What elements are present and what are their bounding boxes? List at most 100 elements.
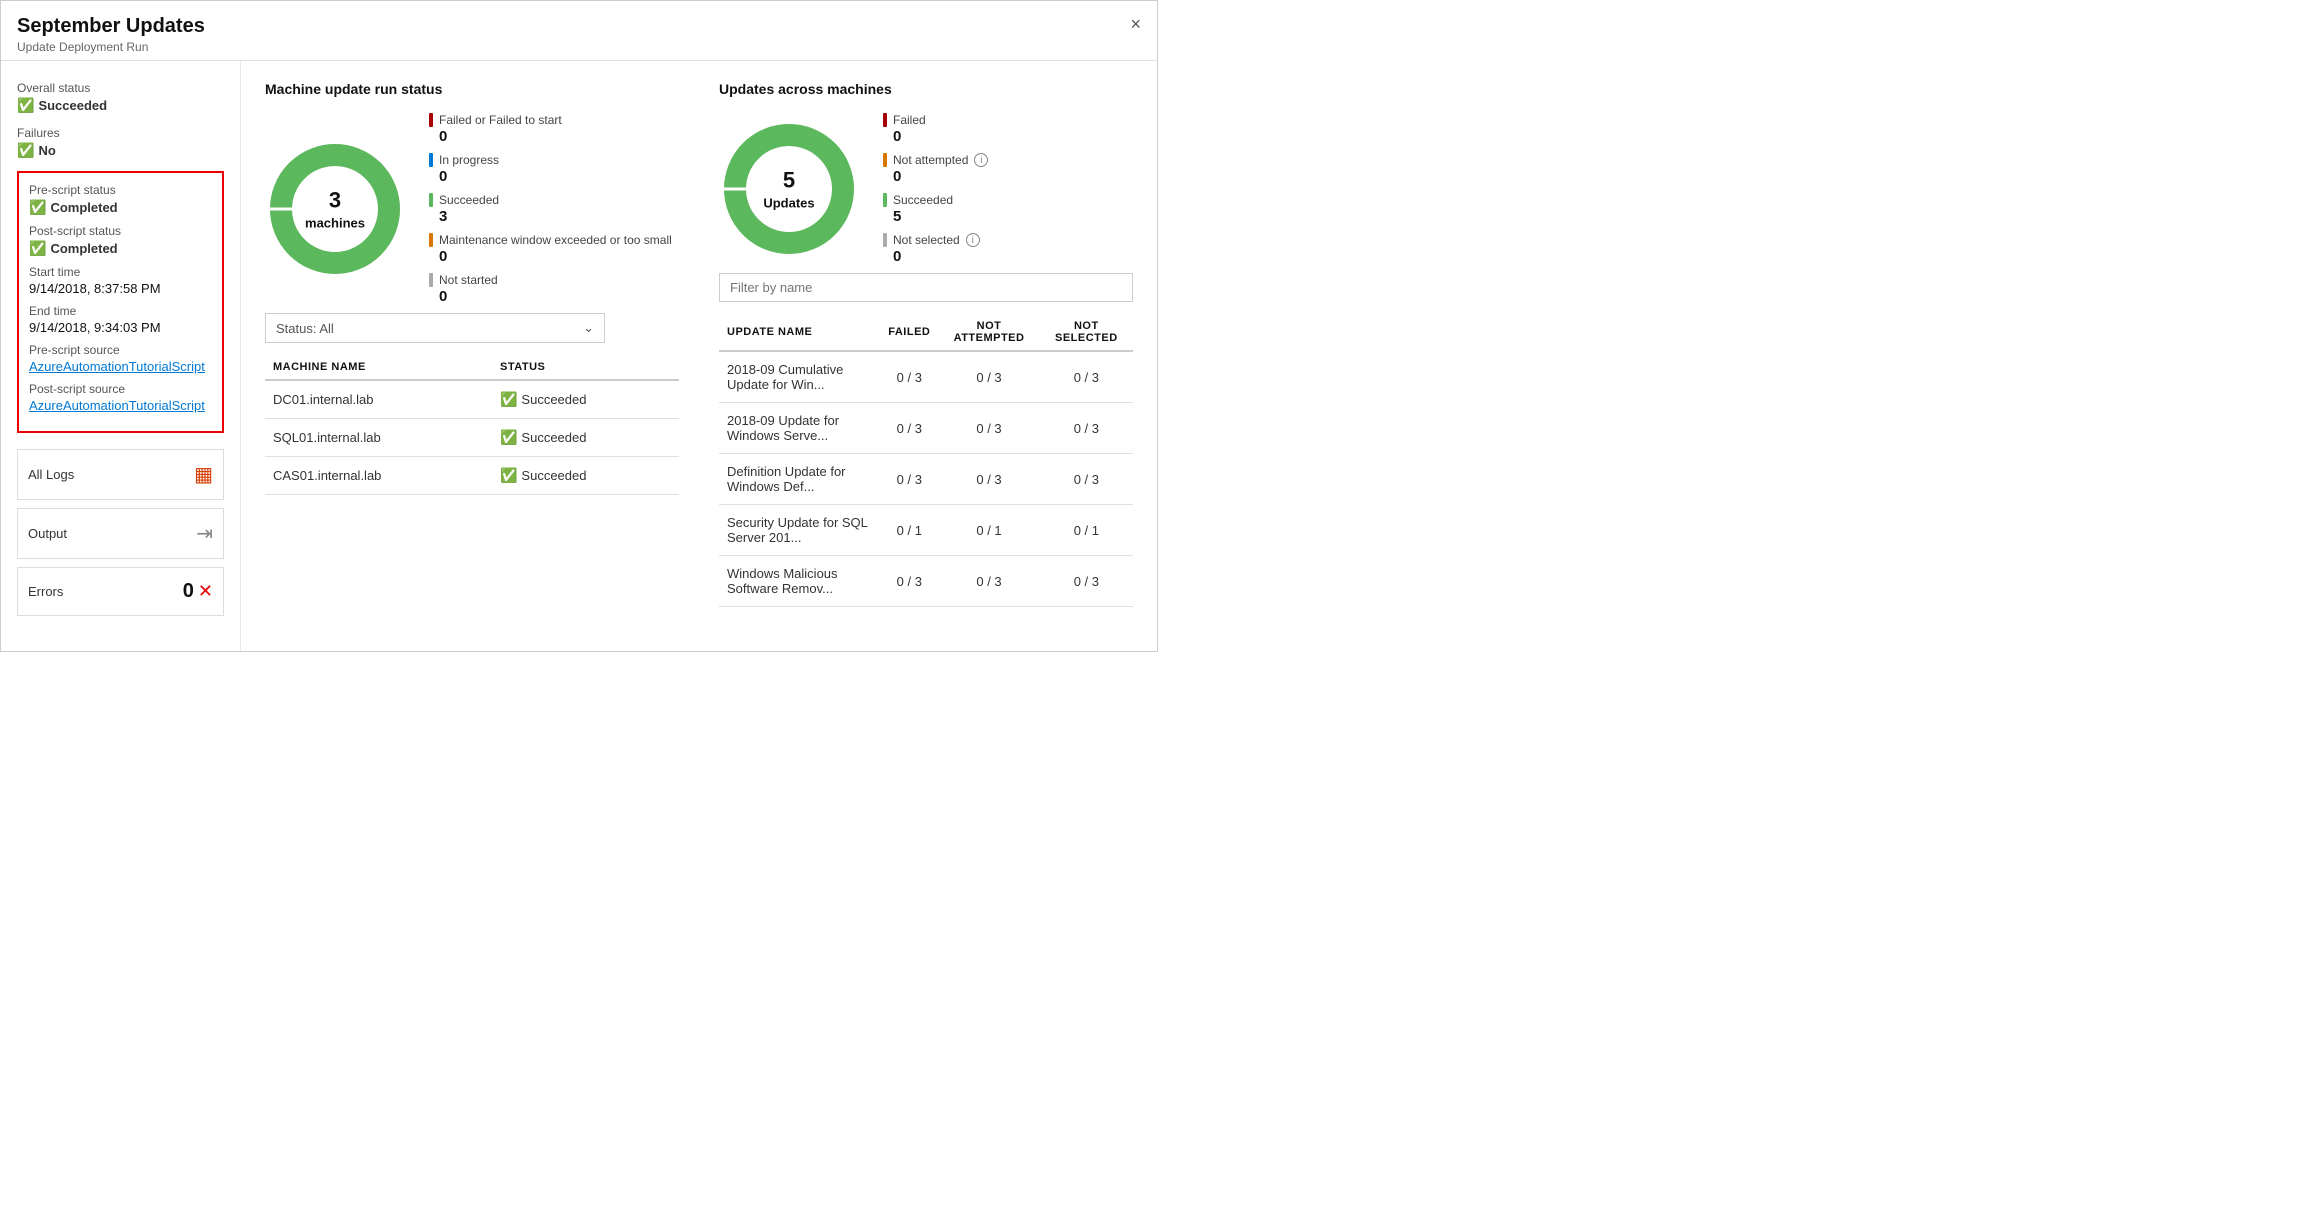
legend-bar-blue [429,153,433,167]
end-time-label: End time [29,304,212,318]
updates-filter-input[interactable] [719,273,1133,302]
updates-legend-label-1: Not attempted [893,153,968,167]
start-time-value: 9/14/2018, 8:37:58 PM [29,281,212,296]
legend-bar-orange [429,233,433,247]
update-not-attempted-cell: 0 / 3 [938,403,1039,454]
output-label: Output [28,526,67,541]
updates-table-header: UPDATE NAME FAILED NOT ATTEMPTED NOT SEL… [719,314,1133,351]
legend-bar-green [429,193,433,207]
updates-table-section: UPDATE NAME FAILED NOT ATTEMPTED NOT SEL… [719,273,1133,607]
legend-label-4: Not started [439,273,498,287]
updates-donut-text: Updates [763,195,814,210]
update-failed-cell: 0 / 3 [880,351,938,403]
prescript-check-icon: ✅ [29,199,46,216]
postscript-source-link[interactable]: AzureAutomationTutorialScript [29,398,212,413]
th-not-attempted: NOT ATTEMPTED [938,314,1039,351]
errors-item[interactable]: Errors 0 ✕ [17,567,224,616]
machine-table-header: MACHINE NAME STATUS [265,355,679,380]
updates-legend-label-2: Succeeded [893,193,953,207]
panels-row: Machine update run status [265,81,1133,607]
machine-donut-text: machines [305,215,365,230]
legend-label-2: Succeeded [439,193,499,207]
updates-legend-bar-orange [883,153,887,167]
legend-value-0: 0 [429,128,672,145]
updates-table: UPDATE NAME FAILED NOT ATTEMPTED NOT SEL… [719,314,1133,607]
errors-icon: ✕ [198,581,213,602]
table-row: Windows Malicious Software Remov... 0 / … [719,556,1133,607]
machine-legend-item-1: In progress 0 [429,153,672,185]
prescript-source-link[interactable]: AzureAutomationTutorialScript [29,359,212,374]
update-not-selected-cell: 0 / 3 [1040,556,1133,607]
all-logs-label: All Logs [28,467,74,482]
not-attempted-info-icon[interactable]: i [974,153,988,167]
postscript-source-label: Post-script source [29,382,212,396]
table-row: CAS01.internal.lab ✅ Succeeded [265,457,679,495]
check-icon: ✅ [17,97,34,114]
updates-legend-value-0: 0 [883,128,988,145]
update-failed-cell: 0 / 3 [880,454,938,505]
legend-value-3: 0 [429,248,672,265]
updates-legend-bar-gray [883,233,887,247]
all-logs-icon: ▦ [194,462,213,487]
not-selected-info-icon[interactable]: i [966,233,980,247]
machine-status-cell: ✅ Succeeded [492,419,679,457]
update-name-cell: 2018-09 Cumulative Update for Win... [719,351,880,403]
left-panel: Overall status ✅ Succeeded Failures ✅ No… [1,61,241,651]
legend-value-1: 0 [429,168,672,185]
postscript-status-label: Post-script status [29,224,212,238]
updates-legend-bar-green [883,193,887,207]
updates-legend-bar-red [883,113,887,127]
main-window: September Updates Update Deployment Run … [0,0,1158,652]
machine-filter-bar: Status: All ⌄ [265,313,679,343]
legend-label-3: Maintenance window exceeded or too small [439,233,672,247]
end-time-value: 9/14/2018, 9:34:03 PM [29,320,212,335]
updates-donut-num: 5 [783,167,795,192]
output-item[interactable]: Output ⇥ [17,508,224,559]
update-name-cell: Definition Update for Windows Def... [719,454,880,505]
machine-legend-item-2: Succeeded 3 [429,193,672,225]
updates-legend-label-3: Not selected [893,233,960,247]
output-icon: ⇥ [196,521,213,546]
update-name-cell: Security Update for SQL Server 201... [719,505,880,556]
legend-label-0: Failed or Failed to start [439,113,562,127]
machine-legend-item-3: Maintenance window exceeded or too small… [429,233,672,265]
machine-name-cell: SQL01.internal.lab [265,419,492,457]
window-title: September Updates [17,15,205,38]
update-name-cell: 2018-09 Update for Windows Serve... [719,403,880,454]
machine-status-cell: ✅ Succeeded [492,457,679,495]
close-button[interactable]: × [1130,15,1141,33]
chevron-down-icon: ⌄ [583,320,594,336]
updates-across-title: Updates across machines [719,81,1133,97]
table-row: 2018-09 Cumulative Update for Win... 0 /… [719,351,1133,403]
table-row: DC01.internal.lab ✅ Succeeded [265,380,679,419]
updates-donut-container: 5 Updates [719,119,859,259]
machine-update-panel: Machine update run status [265,81,679,607]
updates-across-panel: Updates across machines 5 Updates [719,81,1133,607]
prescript-status-label: Pre-script status [29,183,212,197]
prescript-source-section: Pre-script source AzureAutomationTutoria… [29,343,212,374]
log-section: All Logs ▦ Output ⇥ Errors 0 ✕ [17,449,224,616]
start-time-label: Start time [29,265,212,279]
machine-filter-label: Status: All [276,321,334,336]
all-logs-item[interactable]: All Logs ▦ [17,449,224,500]
updates-legend-label-0: Failed [893,113,926,127]
machine-table-section: Status: All ⌄ MACHINE NAME STATUS [265,313,679,495]
postscript-status-value: ✅ Completed [29,240,212,257]
overall-status-value: ✅ Succeeded [17,97,224,114]
machine-status-filter[interactable]: Status: All ⌄ [265,313,605,343]
th-not-selected: NOT SELECTED [1040,314,1133,351]
updates-legend: Failed 0 Not attempted i 0 [883,113,988,265]
errors-count: 0 [183,580,194,603]
postscript-check-icon: ✅ [29,240,46,257]
update-failed-cell: 0 / 3 [880,403,938,454]
update-failed-cell: 0 / 1 [880,505,938,556]
window-subtitle: Update Deployment Run [17,40,205,54]
legend-bar-gray [429,273,433,287]
updates-legend-value-2: 5 [883,208,988,225]
table-row: SQL01.internal.lab ✅ Succeeded [265,419,679,457]
update-not-attempted-cell: 0 / 3 [938,454,1039,505]
updates-legend-item-2: Succeeded 5 [883,193,988,225]
end-time-section: End time 9/14/2018, 9:34:03 PM [29,304,212,335]
th-machine-name: MACHINE NAME [265,355,492,380]
machine-name-cell: DC01.internal.lab [265,380,492,419]
